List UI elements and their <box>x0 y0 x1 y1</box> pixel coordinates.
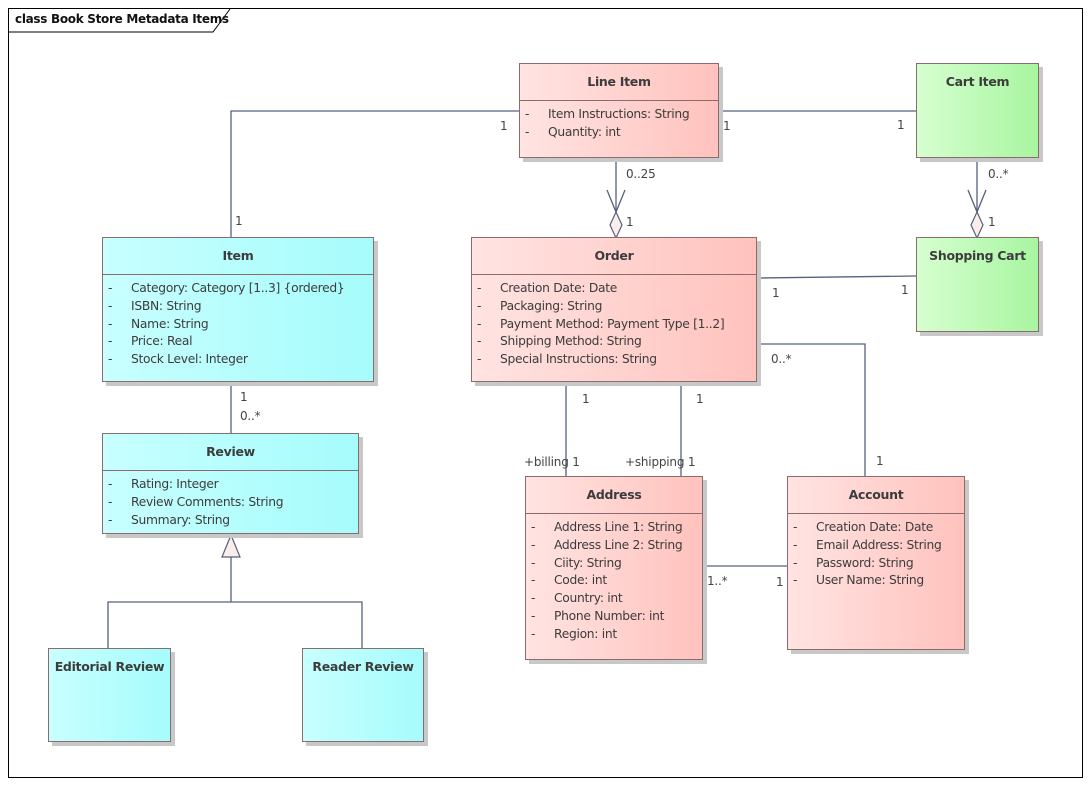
attribute-list: - Address Line 1: String - Address Line 2:… <box>526 514 702 644</box>
generalization-connector-reader <box>231 601 363 648</box>
multiplicity-label: 1 <box>772 286 780 300</box>
attribute[interactable]: - Special Instructions: String <box>472 351 756 369</box>
class-name: Address <box>526 477 702 514</box>
attribute[interactable]: - Region: int <box>526 626 702 644</box>
generalization-triangle <box>221 533 241 558</box>
class-name: Line Item <box>520 64 718 101</box>
attribute-list: - Item Instructions: String - Quantity: in… <box>520 101 718 142</box>
attribute[interactable]: - Packaging: String <box>472 298 756 316</box>
class-name: Item <box>103 238 373 275</box>
multiplicity-label: 1 <box>696 392 704 406</box>
attribute[interactable]: - Stock Level: Integer <box>103 351 373 369</box>
attribute[interactable]: - Address Line 1: String <box>526 519 702 537</box>
attribute-list: - Rating: Integer - Review Comments: Strin… <box>103 471 358 529</box>
attribute[interactable]: - Email Address: String <box>788 537 964 555</box>
connector-order-shoppingcart <box>756 275 917 279</box>
class-reader-review[interactable]: Reader Review <box>302 648 424 742</box>
class-editorial-review[interactable]: Editorial Review <box>48 648 171 742</box>
attribute[interactable]: - Category: Category [1..3] {ordered} <box>103 280 373 298</box>
multiplicity-label: 1 <box>500 119 508 133</box>
attribute-list: - Creation Date: Date - Packaging: String … <box>472 275 756 369</box>
class-shopping-cart[interactable]: Shopping Cart <box>916 237 1039 332</box>
attribute[interactable]: - Code: int <box>526 572 702 590</box>
attribute[interactable]: - User Name: String <box>788 572 964 590</box>
class-name: Account <box>788 477 964 514</box>
attribute[interactable]: - Summary: String <box>103 512 358 530</box>
aggregation-diamond-shoppingcart <box>970 210 984 240</box>
multiplicity-label: 0..25 <box>626 167 656 181</box>
attribute[interactable]: - Price: Real <box>103 333 373 351</box>
class-review[interactable]: Review - Rating: Integer - Review Comments… <box>102 433 359 534</box>
attribute[interactable]: - Phone Number: int <box>526 608 702 626</box>
multiplicity-label: 1 <box>876 454 884 468</box>
attribute[interactable]: - Creation Date: Date <box>788 519 964 537</box>
attribute[interactable]: - Item Instructions: String <box>520 106 718 124</box>
attribute[interactable]: - Creation Date: Date <box>472 280 756 298</box>
multiplicity-label: 1 <box>723 119 731 133</box>
attribute[interactable]: - Address Line 2: String <box>526 537 702 555</box>
attribute[interactable]: - ISBN: String <box>103 298 373 316</box>
multiplicity-label: 1 <box>235 214 243 228</box>
multiplicity-label: 1 <box>626 215 634 229</box>
attribute-list: - Creation Date: Date - Email Address: Str… <box>788 514 964 590</box>
class-name: Reader Review <box>312 659 414 674</box>
class-order[interactable]: Order - Creation Date: Date - Packaging: S… <box>471 237 757 382</box>
class-name: Review <box>103 434 358 471</box>
multiplicity-label: 1 <box>901 283 909 297</box>
role-label-shipping: +shipping 1 <box>625 455 696 469</box>
class-address[interactable]: Address - Address Line 1: String - Address… <box>525 476 703 660</box>
multiplicity-label: 1 <box>776 575 784 589</box>
attribute[interactable]: - Review Comments: String <box>103 494 358 512</box>
attribute[interactable]: - Password: String <box>788 555 964 573</box>
attribute[interactable]: - Name: String <box>103 316 373 334</box>
multiplicity-label: 0..* <box>988 167 1009 181</box>
attribute-list: - Category: Category [1..3] {ordered} - IS… <box>103 275 373 369</box>
class-name: Shopping Cart <box>929 248 1026 263</box>
class-name: Editorial Review <box>54 659 165 674</box>
class-cart-item[interactable]: Cart Item <box>916 63 1039 158</box>
multiplicity-label: 0..* <box>240 409 261 423</box>
class-line-item[interactable]: Line Item - Item Instructions: String - Qu… <box>519 63 719 158</box>
connector-lineitem-item <box>230 110 519 237</box>
attribute[interactable]: - Quantity: int <box>520 124 718 142</box>
attribute[interactable]: - Rating: Integer <box>103 476 358 494</box>
attribute[interactable]: - Ciity: String <box>526 555 702 573</box>
multiplicity-label: 1 <box>240 390 248 404</box>
generalization-connector <box>107 557 232 648</box>
role-label-billing: +billing 1 <box>524 455 580 469</box>
multiplicity-label: 1..* <box>707 574 728 588</box>
attribute[interactable]: - Country: int <box>526 590 702 608</box>
attribute[interactable]: - Payment Method: Payment Type [1..2] <box>472 316 756 334</box>
class-account[interactable]: Account - Creation Date: Date - Email Addr… <box>787 476 965 650</box>
multiplicity-label: 1 <box>582 392 590 406</box>
multiplicity-label: 1 <box>988 215 996 229</box>
multiplicity-label: 1 <box>897 118 905 132</box>
attribute[interactable]: - Shipping Method: String <box>472 333 756 351</box>
class-item[interactable]: Item - Category: Category [1..3] {ordered… <box>102 237 374 382</box>
multiplicity-label: 0..* <box>771 352 792 366</box>
aggregation-diamond-order <box>609 210 623 240</box>
class-name: Order <box>472 238 756 275</box>
class-name: Cart Item <box>945 74 1010 89</box>
